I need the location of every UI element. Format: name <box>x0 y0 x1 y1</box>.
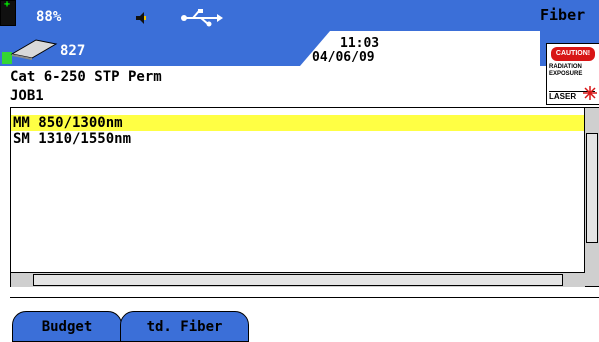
caution-line-1: RADIATION <box>549 64 582 70</box>
horizontal-scroll-thumb[interactable] <box>33 274 563 286</box>
speaker-icon[interactable] <box>135 10 147 24</box>
horizontal-scrollbar[interactable] <box>11 272 585 287</box>
device-screen: + 88% 827 Fiber 11:03 04/06/09 CAUTION! … <box>0 0 599 342</box>
cable-type-label: Cat 6-250 STP Perm <box>10 69 162 85</box>
usb-icon <box>181 9 223 27</box>
mode-label[interactable]: Fiber <box>540 6 599 30</box>
caution-line-2: EXPOSURE <box>549 71 583 77</box>
job-label: JOB1 <box>10 88 44 104</box>
vertical-scroll-thumb[interactable] <box>586 133 598 243</box>
wavelength-list[interactable]: MM 850/1300nm SM 1310/1550nm <box>10 107 599 287</box>
vertical-scrollbar[interactable] <box>584 108 599 286</box>
clock-date: 04/06/09 <box>312 50 375 65</box>
divider <box>10 297 599 298</box>
list-item-mm[interactable]: MM 850/1300nm <box>11 115 587 131</box>
std-fiber-button[interactable]: td. Fiber <box>120 311 249 342</box>
memory-value: 827 <box>60 43 86 59</box>
laser-caution-icon: CAUTION! RADIATION EXPOSURE LASER <box>546 43 599 105</box>
battery-icon: + <box>0 0 16 64</box>
list-item-sm[interactable]: SM 1310/1550nm <box>11 131 587 147</box>
caution-title: CAUTION! <box>551 47 595 61</box>
budget-button[interactable]: Budget <box>12 311 122 342</box>
status-bar: + 88% 827 Fiber 11:03 04/06/09 <box>0 0 599 66</box>
clock-time: 11:03 <box>340 36 380 51</box>
battery-percent: 88% <box>36 9 62 25</box>
laser-burst-icon <box>583 86 597 100</box>
memory-card-icon <box>10 38 58 60</box>
